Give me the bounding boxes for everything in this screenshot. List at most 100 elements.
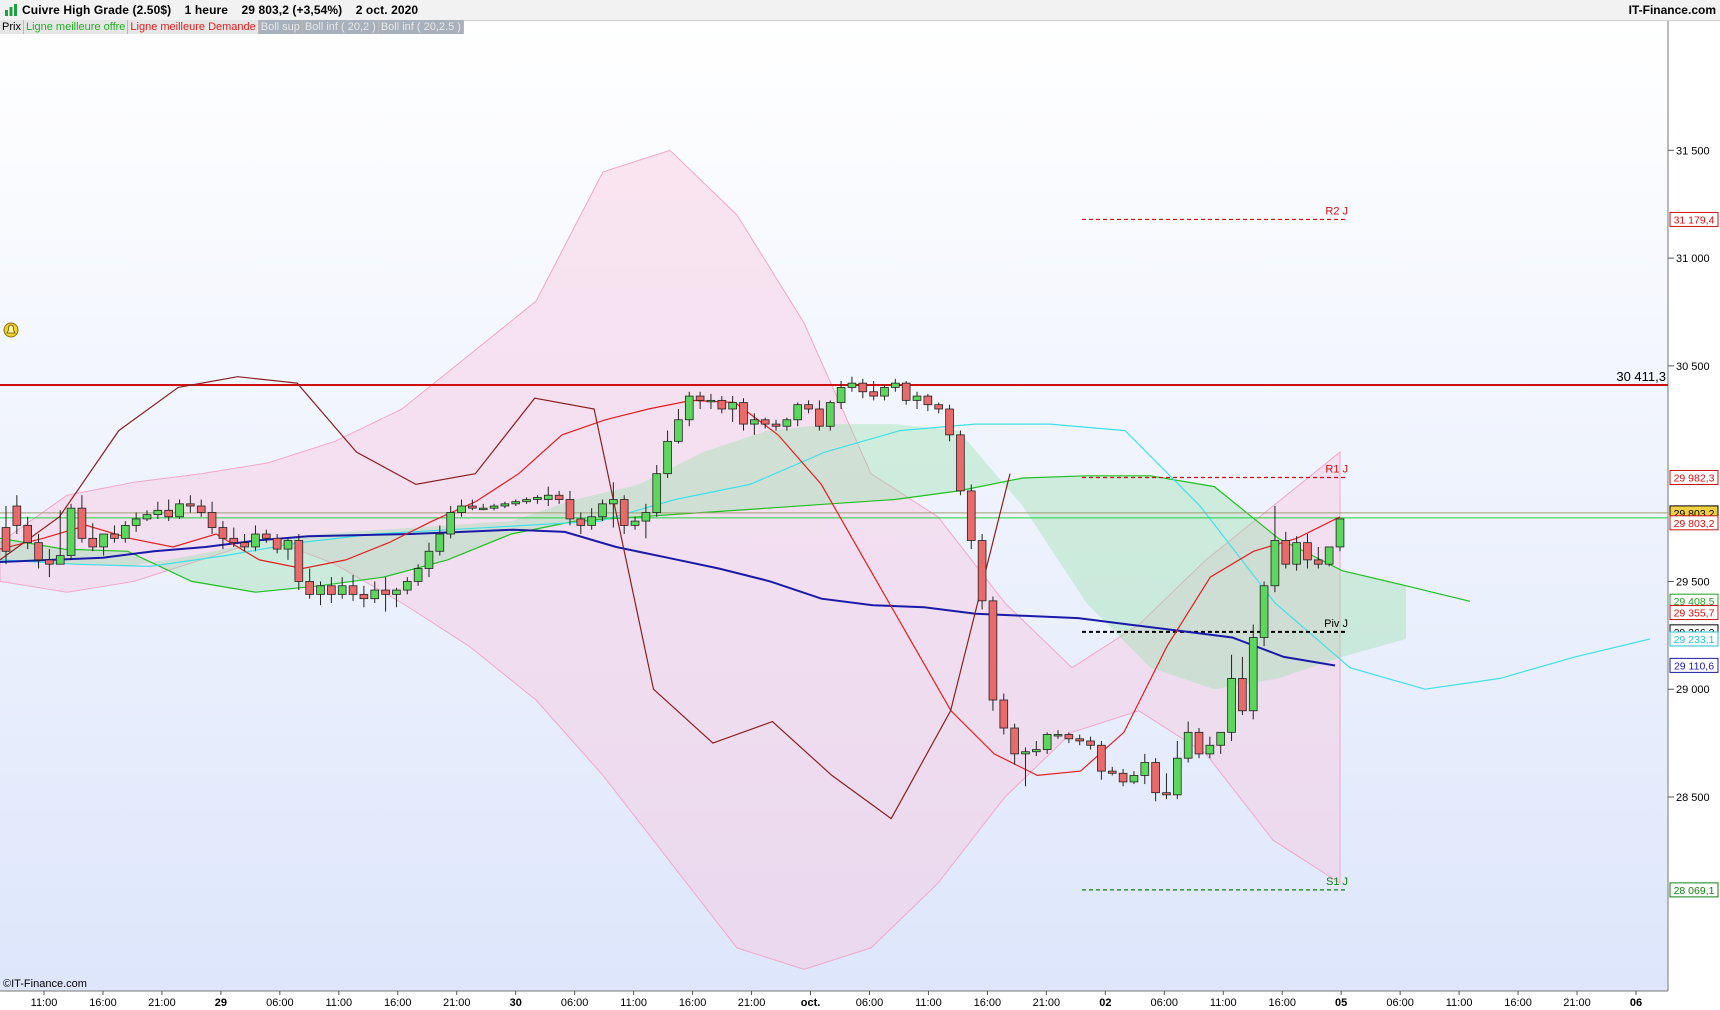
candle-body-57 [619,499,629,526]
candle-115 [1248,624,1258,720]
candle-body-82 [891,382,900,388]
candle-body-102 [1107,770,1117,774]
x-tick-label-7: 21:00 [443,997,471,1009]
candle-body-8 [88,537,98,548]
candle-body-118 [1281,540,1291,565]
candle-body-46 [500,503,510,507]
candle-body-100 [1086,740,1095,746]
candle-body-16 [175,503,184,518]
candle-body-28 [305,581,314,595]
x-tick-label-14: 06:00 [856,997,884,1009]
candle-body-99 [1075,738,1085,742]
x-tick-label-12: 21:00 [738,997,766,1009]
candle-body-43 [468,505,477,509]
y-tick-label-1: 31 000 [1676,253,1710,265]
candle-116 [1259,581,1269,647]
candle-body-106 [1151,762,1160,794]
candle-body-7 [77,507,87,539]
pivot-level-label-1: R1 J [1325,463,1348,475]
candle-body-112 [1216,731,1226,746]
candle-body-64 [695,395,705,401]
x-tick-label-16: 16:00 [974,997,1002,1009]
candle-body-0 [1,527,11,552]
x-tick-label-25: 16:00 [1504,997,1532,1009]
candle-88 [956,430,965,496]
candle-body-56 [609,499,618,505]
legend-item-boll-inf-20-2[interactable]: Boll inf ( 20,2 ) [302,20,379,34]
candle-76 [825,400,835,431]
candle-body-66 [717,399,727,410]
candle-body-114 [1238,678,1247,712]
pivot-level-label-2: Piv J [1324,618,1348,630]
timeframe-label[interactable]: 1 heure [185,3,228,17]
brand-label: IT-Finance.com [1628,3,1716,17]
candle-body-50 [543,494,553,500]
price-tag-label-9: 28 069,1 [1674,885,1715,897]
x-tick-label-13: oct. [801,997,821,1009]
x-tick-label-19: 06:00 [1151,997,1179,1009]
candle-body-96 [1042,734,1052,750]
x-tick-label-8: 30 [510,997,522,1009]
legend-item-boll-inf-20-2-5[interactable]: Boll inf ( 20,2.5 ) [378,20,464,34]
candle-body-97 [1053,734,1063,737]
candle-body-4 [45,559,54,565]
x-tick-label-24: 11:00 [1446,997,1473,1009]
legend-item-prix[interactable]: Prix [0,20,24,34]
chart-date: 2 oct. 2020 [355,3,419,17]
candle-body-3 [34,542,43,561]
legend-item-best-offer[interactable]: Ligne meilleure offre [23,20,129,34]
candle-body-27 [294,540,304,582]
candle-body-14 [153,509,163,516]
legend-item-best-demand[interactable]: Ligne meilleure Demande [128,20,259,34]
candle-body-87 [945,408,954,436]
candle-body-23 [251,533,260,548]
candle-body-119 [1292,542,1301,565]
candle-body-52 [565,499,575,520]
candle-body-32 [348,585,358,595]
candle-body-11 [120,525,130,539]
candle-body-111 [1205,744,1215,755]
price-tag-label-5: 29 355,7 [1674,608,1715,620]
instrument-name: Cuivre High Grade (2.50$) [22,3,172,17]
y-tick-label-5: 28 500 [1676,792,1710,804]
candle-body-59 [641,512,651,522]
candle-body-40 [435,533,445,552]
x-tick-label-27: 06 [1630,997,1642,1009]
candle-27 [294,534,304,591]
candle-body-88 [956,434,965,492]
price-tag-label-7: 29 233,1 [1674,634,1715,646]
candle-body-60 [652,473,662,513]
price-chart[interactable]: 30 411,3R2 JR1 JPiv JS1 JS2 J 31 50031 0… [0,0,1720,1010]
candle-body-5 [55,555,65,565]
candle-body-51 [554,494,564,500]
pivot-level-label-3: S1 J [1326,876,1348,888]
indicator-legend: Prix Ligne meilleure offre Ligne meilleu… [0,20,464,34]
candle-body-6 [66,507,76,556]
legend-item-boll-sup[interactable]: Boll sup [258,20,303,34]
price-tag-label-1: 29 982,3 [1674,472,1715,484]
alert-bell-icon[interactable] [3,322,19,338]
candle-body-107 [1162,792,1171,796]
candle-body-85 [923,395,933,406]
candle-body-47 [511,501,521,505]
y-tick-label-3: 29 500 [1676,576,1710,588]
candle-body-117 [1270,540,1280,587]
x-tick-label-6: 16:00 [384,997,412,1009]
candle-body-18 [196,505,206,513]
candle-body-35 [381,589,390,595]
candle-body-31 [337,585,347,595]
candle-body-25 [272,537,282,550]
candle-body-65 [706,399,716,403]
candle-body-24 [261,533,271,539]
candle-body-74 [804,404,813,410]
footer-brand: ©IT-Finance.com [3,978,87,990]
candle-body-53 [576,518,586,526]
x-tick-label-11: 16:00 [679,997,707,1009]
candle-body-101 [1097,744,1106,772]
candle-body-55 [598,503,607,518]
candle-body-83 [901,382,911,401]
candle-body-105 [1140,762,1150,776]
y-tick-label-0: 31 500 [1676,145,1710,157]
candle-body-121 [1314,559,1323,565]
candle-body-120 [1303,542,1312,561]
